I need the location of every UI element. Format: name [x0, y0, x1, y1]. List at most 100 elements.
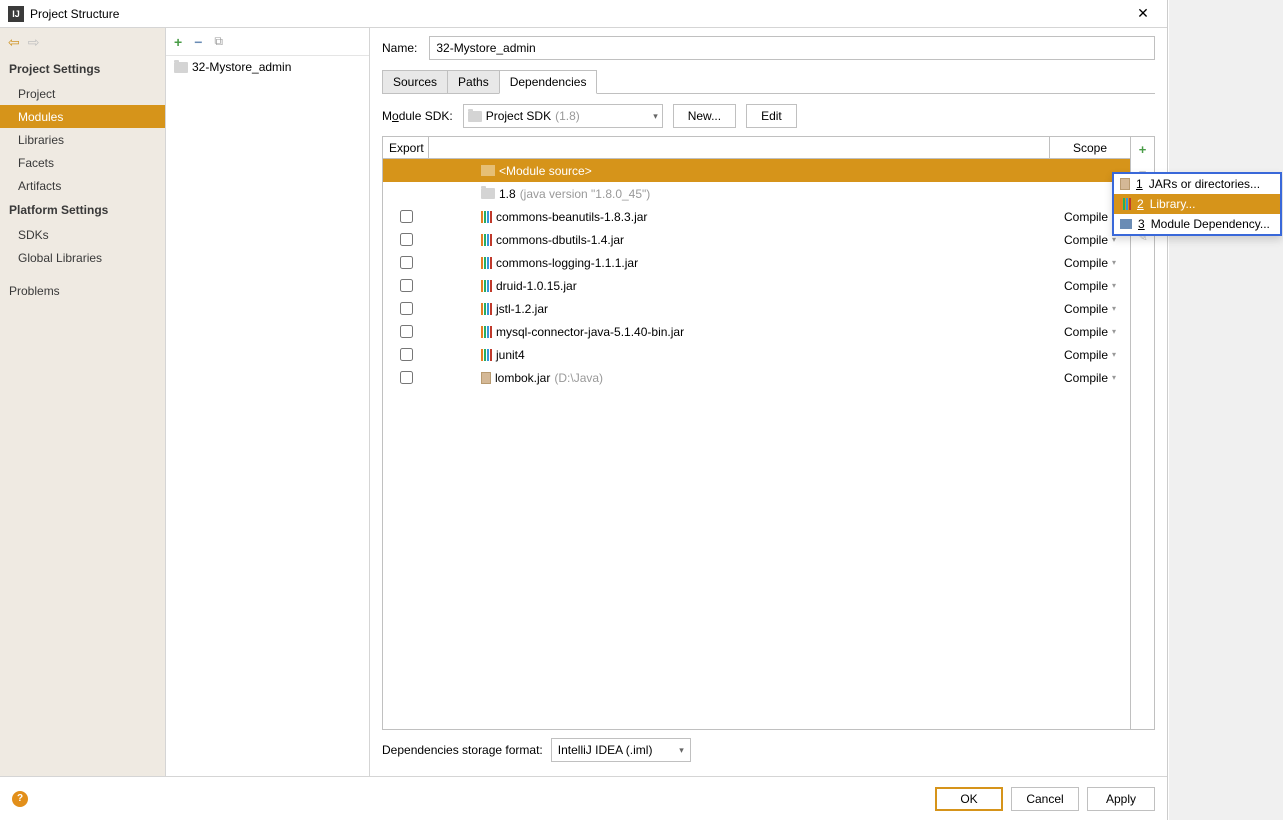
- add-module-icon[interactable]: +: [174, 34, 182, 50]
- ok-button[interactable]: OK: [935, 787, 1003, 811]
- dialog-footer: ? OK Cancel Apply: [0, 776, 1167, 820]
- chevron-down-icon: ▾: [1112, 327, 1116, 336]
- folder-icon: [468, 111, 482, 122]
- nav-back-icon[interactable]: ⇦: [8, 34, 20, 51]
- app-icon: IJ: [8, 6, 24, 22]
- module-name: 32-Mystore_admin: [192, 60, 291, 74]
- dependency-row[interactable]: jstl-1.2.jar Compile ▾: [383, 297, 1130, 320]
- scope-value[interactable]: Compile: [1064, 302, 1108, 316]
- export-checkbox[interactable]: [400, 256, 413, 269]
- storage-format-label: Dependencies storage format:: [382, 743, 543, 757]
- tab-sources[interactable]: Sources: [382, 70, 448, 93]
- dependency-label: mysql-connector-java-5.1.40-bin.jar: [496, 325, 684, 339]
- module-detail-panel: Name: Sources Paths Dependencies Module …: [370, 28, 1167, 776]
- chevron-down-icon: ▾: [679, 745, 684, 756]
- dependency-label: jstl-1.2.jar: [496, 302, 548, 316]
- dependency-row[interactable]: mysql-connector-java-5.1.40-bin.jar Compi…: [383, 320, 1130, 343]
- sidebar-item-libraries[interactable]: Libraries: [0, 128, 165, 151]
- dependency-row[interactable]: lombok.jar (D:\Java) Compile ▾: [383, 366, 1130, 389]
- export-checkbox[interactable]: [400, 325, 413, 338]
- section-platform-settings: Platform Settings: [0, 197, 165, 223]
- library-icon: [481, 326, 492, 338]
- export-checkbox[interactable]: [400, 233, 413, 246]
- tab-paths[interactable]: Paths: [447, 70, 500, 93]
- close-button[interactable]: ✕: [1127, 2, 1159, 26]
- chevron-down-icon: ▾: [1112, 281, 1116, 290]
- dependency-row[interactable]: commons-dbutils-1.4.jar Compile ▾: [383, 228, 1130, 251]
- dependency-detail: (D:\Java): [554, 371, 603, 385]
- module-icon: [1120, 219, 1132, 229]
- scope-value[interactable]: Compile: [1064, 371, 1108, 385]
- cancel-button[interactable]: Cancel: [1011, 787, 1079, 811]
- sidebar-item-modules[interactable]: Modules: [0, 105, 165, 128]
- edit-sdk-button[interactable]: Edit: [746, 104, 797, 128]
- module-tabs: Sources Paths Dependencies: [382, 70, 1155, 94]
- sidebar-item-sdks[interactable]: SDKs: [0, 223, 165, 246]
- project-structure-dialog: IJ Project Structure ✕ ⇦ ⇨ Project Setti…: [0, 0, 1168, 820]
- help-icon[interactable]: ?: [12, 791, 28, 807]
- dependency-row[interactable]: druid-1.0.15.jar Compile ▾: [383, 274, 1130, 297]
- library-icon: [481, 349, 492, 361]
- chevron-down-icon: ▾: [1112, 350, 1116, 359]
- sidebar-item-facets[interactable]: Facets: [0, 151, 165, 174]
- scope-value[interactable]: Compile: [1064, 325, 1108, 339]
- column-name[interactable]: [429, 137, 1050, 158]
- dependency-label: commons-dbutils-1.4.jar: [496, 233, 624, 247]
- scope-value[interactable]: Compile: [1064, 279, 1108, 293]
- export-checkbox[interactable]: [400, 210, 413, 223]
- popup-item-jars[interactable]: 1 JARs or directories...: [1114, 174, 1280, 194]
- dependencies-table: Export Scope <Module source> 1.8 (java ve…: [383, 137, 1130, 729]
- library-icon: [481, 211, 492, 223]
- sidebar-item-project[interactable]: Project: [0, 82, 165, 105]
- scope-value[interactable]: Compile: [1064, 233, 1108, 247]
- library-icon: [1120, 198, 1131, 210]
- module-list-item[interactable]: 32-Mystore_admin: [166, 56, 369, 78]
- section-project-settings: Project Settings: [0, 56, 165, 82]
- sidebar-item-problems[interactable]: Problems: [0, 279, 165, 302]
- dependency-row[interactable]: <Module source>: [383, 159, 1130, 182]
- scope-value[interactable]: Compile: [1064, 348, 1108, 362]
- export-checkbox[interactable]: [400, 302, 413, 315]
- folder-icon: [481, 165, 495, 176]
- tab-dependencies[interactable]: Dependencies: [499, 70, 598, 94]
- chevron-down-icon: ▾: [1112, 373, 1116, 382]
- module-sdk-select[interactable]: Project SDK (1.8) ▾: [463, 104, 663, 128]
- jar-icon: [481, 372, 491, 384]
- popup-item-library[interactable]: 2 Library...: [1114, 194, 1280, 214]
- popup-item-module-dep[interactable]: 3 Module Dependency...: [1114, 214, 1280, 234]
- dependency-label: commons-logging-1.1.1.jar: [496, 256, 638, 270]
- add-dependency-icon[interactable]: +: [1135, 141, 1151, 157]
- export-checkbox[interactable]: [400, 348, 413, 361]
- add-dependency-popup: 1 JARs or directories... 2 Library... 3 …: [1112, 172, 1282, 236]
- column-scope[interactable]: Scope: [1050, 137, 1130, 158]
- jdk-folder-icon: [481, 188, 495, 199]
- copy-module-icon[interactable]: ⧉: [214, 34, 223, 49]
- window-title: Project Structure: [30, 7, 1127, 21]
- new-sdk-button[interactable]: New...: [673, 104, 736, 128]
- dependency-label: lombok.jar: [495, 371, 550, 385]
- dependency-row[interactable]: 1.8 (java version "1.8.0_45"): [383, 182, 1130, 205]
- column-export[interactable]: Export: [383, 137, 429, 158]
- scope-value[interactable]: Compile: [1064, 256, 1108, 270]
- storage-format-select[interactable]: IntelliJ IDEA (.iml) ▾: [551, 738, 691, 762]
- dependency-label: 1.8: [499, 187, 516, 201]
- dependency-label: commons-beanutils-1.8.3.jar: [496, 210, 647, 224]
- library-icon: [481, 280, 492, 292]
- remove-module-icon[interactable]: −: [194, 34, 202, 50]
- dependency-label: <Module source>: [499, 164, 592, 178]
- chevron-down-icon: ▾: [1112, 304, 1116, 313]
- sidebar-item-artifacts[interactable]: Artifacts: [0, 174, 165, 197]
- export-checkbox[interactable]: [400, 279, 413, 292]
- dependency-row[interactable]: commons-logging-1.1.1.jarCompile▾: [383, 251, 1130, 274]
- library-icon: [481, 234, 492, 246]
- dependency-label: druid-1.0.15.jar: [496, 279, 577, 293]
- jar-icon: [1120, 178, 1130, 190]
- export-checkbox[interactable]: [400, 371, 413, 384]
- apply-button[interactable]: Apply: [1087, 787, 1155, 811]
- sidebar-item-global-libraries[interactable]: Global Libraries: [0, 246, 165, 269]
- scope-value[interactable]: Compile: [1064, 210, 1108, 224]
- dependency-row[interactable]: commons-beanutils-1.8.3.jarCompile▾: [383, 205, 1130, 228]
- dependency-row[interactable]: junit4Compile▾: [383, 343, 1130, 366]
- module-name-input[interactable]: [429, 36, 1155, 60]
- chevron-down-icon: ▾: [1112, 235, 1116, 244]
